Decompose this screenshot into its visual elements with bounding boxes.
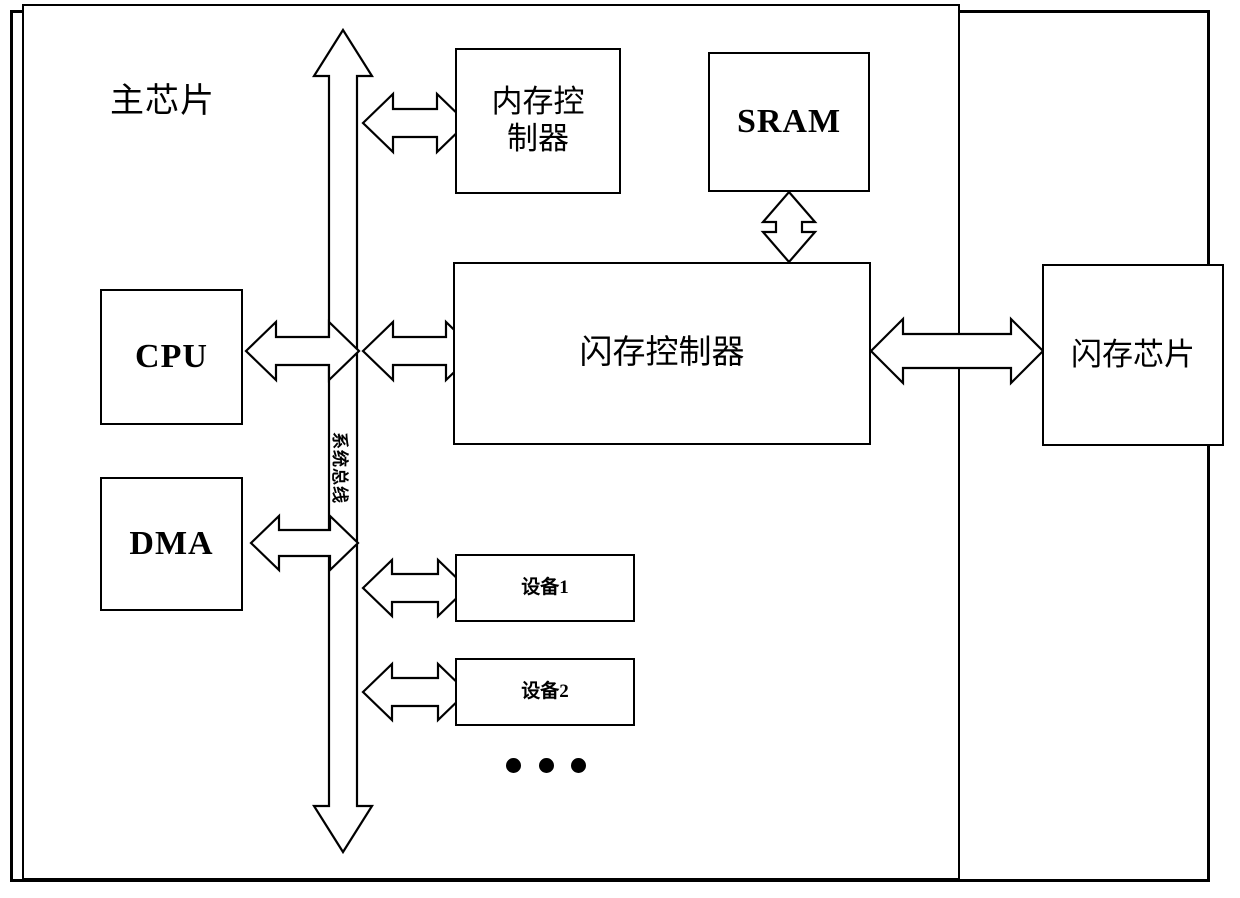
block-dma-label: DMA bbox=[129, 525, 214, 562]
arrow-bus-memory-controller bbox=[361, 91, 469, 155]
ellipsis-dot-3 bbox=[571, 758, 586, 773]
block-cpu[interactable]: CPU bbox=[100, 289, 243, 425]
arrow-bus-device2 bbox=[361, 661, 469, 723]
block-dma[interactable]: DMA bbox=[100, 477, 243, 611]
block-device1[interactable]: 设备1 bbox=[455, 554, 635, 622]
block-flash-controller-label: 闪存控制器 bbox=[579, 335, 745, 372]
block-device1-label: 设备1 bbox=[521, 576, 569, 598]
block-sram[interactable]: SRAM bbox=[708, 52, 870, 192]
block-cpu-label: CPU bbox=[135, 338, 208, 375]
block-memory-controller-label: 内存控 制器 bbox=[491, 84, 585, 156]
ellipsis-dot-1 bbox=[506, 758, 521, 773]
arrow-bus-device1 bbox=[361, 557, 469, 619]
block-device2[interactable]: 设备2 bbox=[455, 658, 635, 726]
diagram-canvas: 主芯片 系统总线 内存控 制器 bbox=[0, 0, 1240, 898]
arrow-sram-flash-controller bbox=[760, 190, 818, 264]
arrow-flash-controller-flash-chip bbox=[869, 316, 1045, 386]
ellipsis-dot-2 bbox=[538, 758, 554, 773]
system-bus-label: 系统总线 bbox=[329, 432, 354, 504]
block-flash-controller[interactable]: 闪存控制器 bbox=[453, 262, 871, 445]
block-flash-chip[interactable]: 闪存芯片 bbox=[1042, 264, 1224, 446]
block-flash-chip-label: 闪存芯片 bbox=[1071, 336, 1195, 372]
more-devices-ellipsis bbox=[506, 758, 586, 773]
block-device2-label: 设备2 bbox=[521, 680, 569, 702]
block-memory-controller[interactable]: 内存控 制器 bbox=[455, 48, 621, 194]
block-sram-label: SRAM bbox=[736, 103, 842, 140]
